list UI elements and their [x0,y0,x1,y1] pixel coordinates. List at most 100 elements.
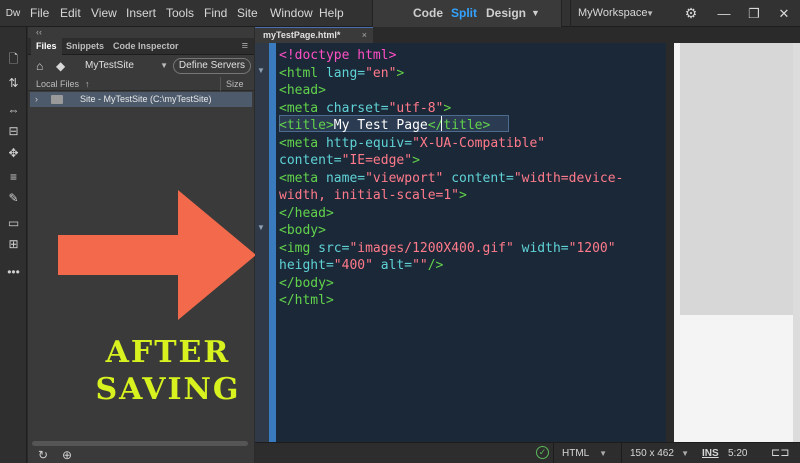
menu-site[interactable]: Site [237,0,258,27]
menu-find[interactable]: Find [204,0,227,27]
tab-snippets[interactable]: Snippets [61,38,109,55]
code-token-tag: > [459,188,467,203]
code-line[interactable]: height="400" alt=""/> [279,257,443,274]
tab-files[interactable]: Files [31,38,62,55]
code-token-val: "width=device- [513,170,624,186]
code-token-text: My Test Page [333,118,428,133]
tab-code-inspector[interactable]: Code Inspector [108,38,184,55]
horizontal-scrollbar[interactable] [32,441,248,446]
code-line[interactable]: </html> [279,292,334,309]
code-line[interactable]: <body> [279,222,326,239]
status-bar: ✓ HTML ▼ 150 x 462 ▼ INS 5:20 ⊏⊐ [255,442,800,463]
expand-code-icon[interactable]: ⇔ [4,102,23,119]
gear-icon[interactable]: ⚙ [678,0,704,27]
files-column-header: Local Files ↑ Size [28,77,254,91]
close-icon[interactable]: × [362,28,367,43]
checkmark-icon[interactable]: ✓ [536,446,549,459]
language-select[interactable]: HTML ▼ [553,443,613,463]
select-parent-tag-icon[interactable]: ✥ [4,145,23,162]
status-menu-icon[interactable]: ⊏⊐ [771,443,789,463]
design-view-button[interactable]: Design [486,0,526,27]
menu-view[interactable]: View [91,0,117,27]
minimize-button[interactable]: — [710,0,738,27]
menu-edit[interactable]: Edit [60,0,81,27]
insert-mode-toggle[interactable]: INS [702,443,719,463]
sort-ascending-icon[interactable]: ↑ [85,77,90,91]
after-saving-annotation: AFTER SAVING [68,334,268,408]
code-token-val: width, initial-scale=1" [279,188,460,203]
panel-menu-icon[interactable]: ≡ [242,39,248,54]
live-preview[interactable] [674,43,800,442]
code-line[interactable]: <html lang="en"> [279,65,404,82]
code-line[interactable]: <head> [279,82,326,99]
code-view-button[interactable]: Code [413,0,443,27]
menu-file[interactable]: File [30,0,49,27]
code-token-tag: <body> [279,223,326,238]
gutter-marker [269,43,276,442]
code-line[interactable]: <img src="images/1200X400.gif" width="12… [279,240,616,257]
site-root-item[interactable]: › Site - MyTestSite (C:\myTestSite) [30,92,252,107]
code-line[interactable]: <meta http-equiv="X-UA-Compatible" [279,135,545,152]
code-token-tag: <head> [279,83,326,98]
preview-scrollbar[interactable] [793,43,800,442]
code-line[interactable]: <meta name="viewport" content="width=dev… [279,170,623,187]
code-token-attr: src= [318,240,350,256]
local-files-header[interactable]: Local Files [36,77,79,91]
split-view-button[interactable]: Split [451,0,477,27]
code-token-tag: > [443,100,452,116]
document-tab[interactable]: myTestPage.html* × [255,27,373,43]
menu-window[interactable]: Window [270,0,313,27]
maximize-button[interactable]: ❐ [740,0,768,27]
code-token-attr: charset= [325,100,389,116]
code-line[interactable]: content="IE=edge"> [279,152,420,169]
fold-icon[interactable]: ▼ [257,66,265,75]
file-management-icon[interactable]: ⇅ [4,75,23,92]
code-token-attr: height= [279,258,334,273]
refresh-icon[interactable]: ↻ [38,448,48,463]
code-line[interactable]: </body> [279,275,334,292]
chevron-down-icon: ▼ [160,61,168,70]
chevron-down-icon: ▼ [646,9,654,18]
size-header[interactable]: Size [226,77,244,91]
code-token-attr: name= [325,170,366,186]
chevron-right-icon[interactable]: › [35,92,38,107]
close-button[interactable]: ✕ [770,0,798,27]
menu-help[interactable]: Help [319,0,344,27]
more-options-icon[interactable]: ••• [4,264,23,281]
collapse-panel-icon[interactable]: ‹‹ [36,27,42,38]
column-divider[interactable] [220,77,221,91]
code-line[interactable]: </head> [279,205,334,222]
snippet-icon[interactable]: ⊞ [4,236,23,253]
code-token-val: "1200" [568,240,616,256]
format-source-icon[interactable]: ✎ [4,190,23,207]
app-logo: Dw [5,8,21,19]
globe-icon[interactable]: ⊕ [62,448,72,463]
site-select[interactable]: MyTestSite ▼ [75,58,170,74]
code-line[interactable]: width, initial-scale=1"> [279,187,467,204]
menu-insert[interactable]: Insert [126,0,156,27]
files-panel: ‹‹ Files Snippets Code Inspector ≡ ⌂ ◆ M… [28,27,256,463]
define-servers-button[interactable]: Define Servers [173,58,251,74]
code-editor[interactable]: <!doctype html> <html lang="en"> <head> <me… [276,43,666,442]
annotation-line-2: SAVING [95,372,241,407]
menu-tools[interactable]: Tools [166,0,194,27]
code-token-attr: content= [279,153,342,168]
fold-icon[interactable]: ▼ [257,223,265,232]
code-token-val: "viewport" [365,170,444,186]
vertical-scrollbar[interactable] [666,43,674,442]
window-size-select[interactable]: 150 x 462 ▼ [621,443,695,463]
sync-icon[interactable]: ◆ [56,58,70,74]
comment-icon[interactable]: ▭ [4,215,23,232]
open-document-icon[interactable]: 🗋 [4,51,23,68]
panel-footer: ↻ ⊕ [28,448,254,463]
workspace-label: MyWorkspace [578,7,648,19]
chevron-down-icon[interactable]: ▼ [531,0,540,27]
code-line[interactable]: <meta charset="utf-8"> [279,100,451,117]
workspace-switcher[interactable]: MyWorkspace ▼ [570,0,662,27]
connect-icon[interactable]: ⌂ [36,58,52,74]
document-tab-label: myTestPage.html* [263,30,341,40]
collapse-code-icon[interactable]: ⊟ [4,123,23,140]
code-line[interactable]: <title>My Test Page</title> [279,117,490,134]
wrap-tag-icon[interactable]: ≡ [4,169,23,186]
code-line[interactable]: <!doctype html> [279,47,396,64]
